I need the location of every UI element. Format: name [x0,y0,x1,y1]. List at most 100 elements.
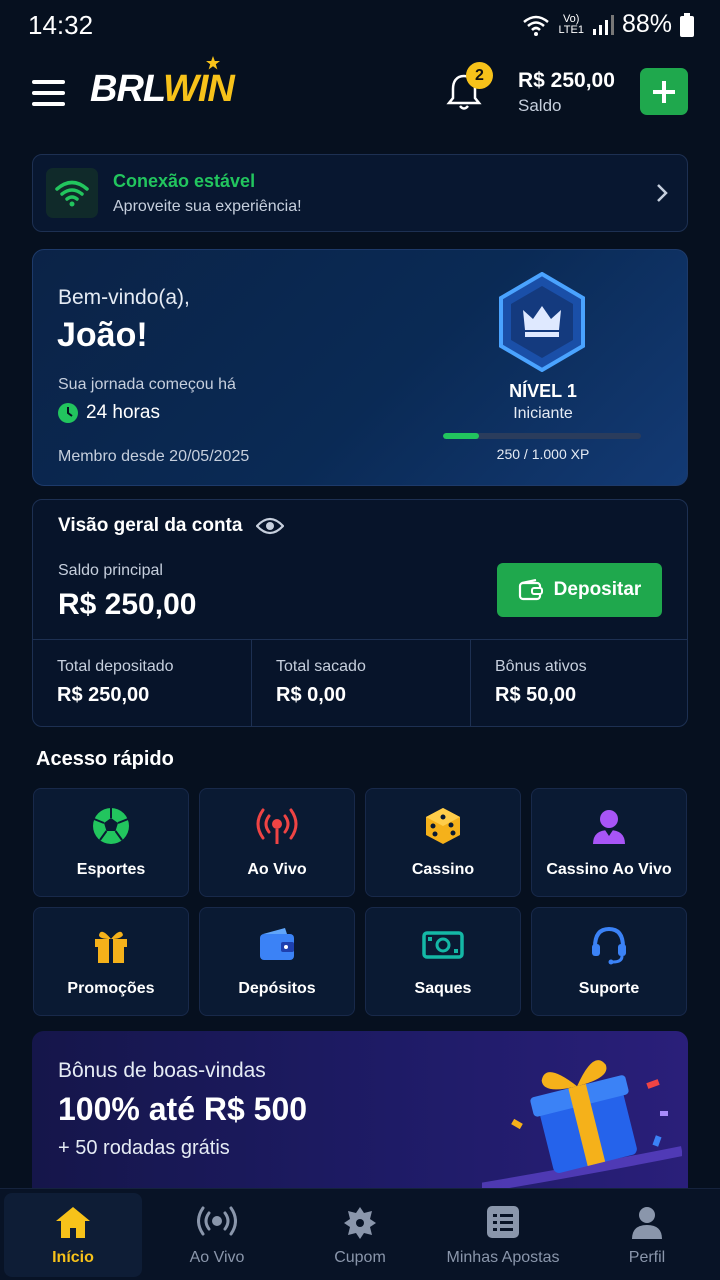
home-icon [56,1207,90,1238]
nav-coupon[interactable]: Cupom [291,1193,429,1277]
bonus-extra: + 50 rodadas grátis [58,1137,230,1159]
volte-top: Vo) [562,12,580,25]
notification-badge: 2 [466,62,493,89]
stat-value: R$ 250,00 [57,684,150,706]
quick-access-withdrawals[interactable]: Saques [365,907,521,1016]
quick-access-live-casino[interactable]: Cassino Ao Vivo [531,788,687,897]
quick-access-label: Cassino [411,861,475,878]
app-header: BRLWIN 2 R$ 250,00 Saldo [0,56,720,124]
stat-label: Total sacado [276,658,366,675]
quick-access-sports[interactable]: Esportes [33,788,189,897]
stat-label: Total depositado [57,658,174,675]
battery-icon [680,12,694,37]
soccer-ball-icon [93,808,129,844]
quick-access-live[interactable]: Ao Vivo [199,788,355,897]
xp-progress-bar [443,433,641,439]
welcome-card: Bem-vindo(a), João! Sua jornada começou … [32,249,688,486]
cash-icon [422,931,464,959]
account-overview-card: Visão geral da conta Saldo principal R$ … [32,499,688,727]
stat-total-deposited: Total depositado R$ 250,00 [33,640,251,726]
nav-label: Início [52,1249,94,1266]
welcome-greeting: Bem-vindo(a), [58,286,190,309]
stat-value: R$ 50,00 [495,684,577,706]
stat-active-bonus: Bônus ativos R$ 50,00 [471,640,687,726]
connection-subtitle: Aproveite sua experiência! [113,198,302,215]
quick-access-label: Cassino Ao Vivo [546,861,672,878]
logo-brl: BRL [90,68,164,110]
level-name: Iniciante [513,405,573,422]
clock-icon [58,403,78,423]
quick-access-promotions[interactable]: Promoções [33,907,189,1016]
quick-access-label: Promoções [67,980,155,997]
stat-total-withdrawn: Total sacado R$ 0,00 [252,640,470,726]
account-overview-title: Visão geral da conta [58,515,243,536]
crown-level-badge-icon [499,272,585,372]
star-icon [206,56,220,70]
level-title: NÍVEL 1 [509,381,577,401]
brand-logo[interactable]: BRLWIN [90,68,235,111]
dice-icon [426,808,460,844]
bets-list-icon [487,1206,519,1238]
nav-label: Ao Vivo [189,1249,245,1266]
quick-access-label: Ao Vivo [247,861,307,878]
xp-text: 250 / 1.000 XP [496,446,590,462]
volte-bottom: LTE1 [558,23,584,36]
account-overview-header: Visão geral da conta [58,515,285,537]
quick-access-title: Acesso rápido [36,748,174,770]
bonus-subtitle: Bônus de boas-vindas [58,1059,266,1082]
journey-label: Sua jornada começou há [58,376,236,393]
status-bar: 14:32 Vo) LTE1 88% [0,0,720,50]
volte-indicator: Vo) LTE1 [558,12,584,36]
signal-icon [592,14,614,35]
plus-icon [653,80,675,103]
status-time: 14:32 [28,10,94,40]
deposit-button-label: Depositar [553,579,642,600]
header-balance: R$ 250,00 [518,69,615,92]
gift-icon [95,931,127,963]
eye-icon[interactable] [256,516,285,536]
hamburger-menu-icon[interactable] [32,80,66,108]
connection-status-card[interactable]: Conexão estável Aproveite sua experiênci… [32,154,688,232]
quick-access-support[interactable]: Suporte [531,907,687,1016]
quick-access-label: Saques [414,980,472,997]
wallet-icon [518,579,543,601]
dealer-icon [593,810,625,844]
main-balance-label: Saldo principal [58,562,163,579]
welcome-bonus-banner[interactable]: Bônus de boas-vindas 100% até R$ 500 + 5… [32,1031,688,1201]
quick-access-deposits[interactable]: Depósitos [199,907,355,1016]
bonus-title: 100% até R$ 500 [58,1091,308,1127]
nav-profile[interactable]: Perfil [578,1193,716,1277]
quick-access-label: Suporte [578,980,640,997]
nav-label: Minhas Apostas [446,1249,560,1266]
gift-box-illustration-icon [482,1060,682,1193]
nav-label: Cupom [334,1249,386,1266]
connection-title: Conexão estável [113,171,256,191]
nav-home[interactable]: Início [4,1193,142,1277]
stat-label: Bônus ativos [495,658,587,675]
status-icons: Vo) LTE1 88% [522,10,694,39]
deposit-button[interactable]: Depositar [497,563,662,617]
bottom-navigation: Início Ao Vivo Cupom Minhas Apostas Perf… [0,1188,720,1280]
headset-icon [592,926,626,965]
main-balance-value: R$ 250,00 [58,588,197,621]
wifi-icon [55,180,89,207]
header-balance-label: Saldo [518,96,562,115]
coupon-icon [344,1207,376,1239]
journey-time: 24 horas [58,402,160,424]
battery-percent: 88% [621,10,672,38]
quick-access-casino[interactable]: Cassino [365,788,521,897]
live-broadcast-icon [256,808,298,844]
wallet-icon [260,928,294,960]
quick-access-label: Depósitos [238,980,316,997]
member-since: Membro desde 20/05/2025 [58,448,250,465]
connection-icon-box [46,168,98,218]
quick-access-label: Esportes [76,861,146,878]
xp-progress-fill [443,433,479,439]
stat-value: R$ 0,00 [276,684,347,706]
nav-live[interactable]: Ao Vivo [148,1193,286,1277]
add-funds-button[interactable] [640,68,688,115]
nav-my-bets[interactable]: Minhas Apostas [434,1193,572,1277]
live-icon [197,1206,237,1236]
journey-time-value: 24 horas [86,402,160,423]
logo-win: WIN [163,68,235,110]
